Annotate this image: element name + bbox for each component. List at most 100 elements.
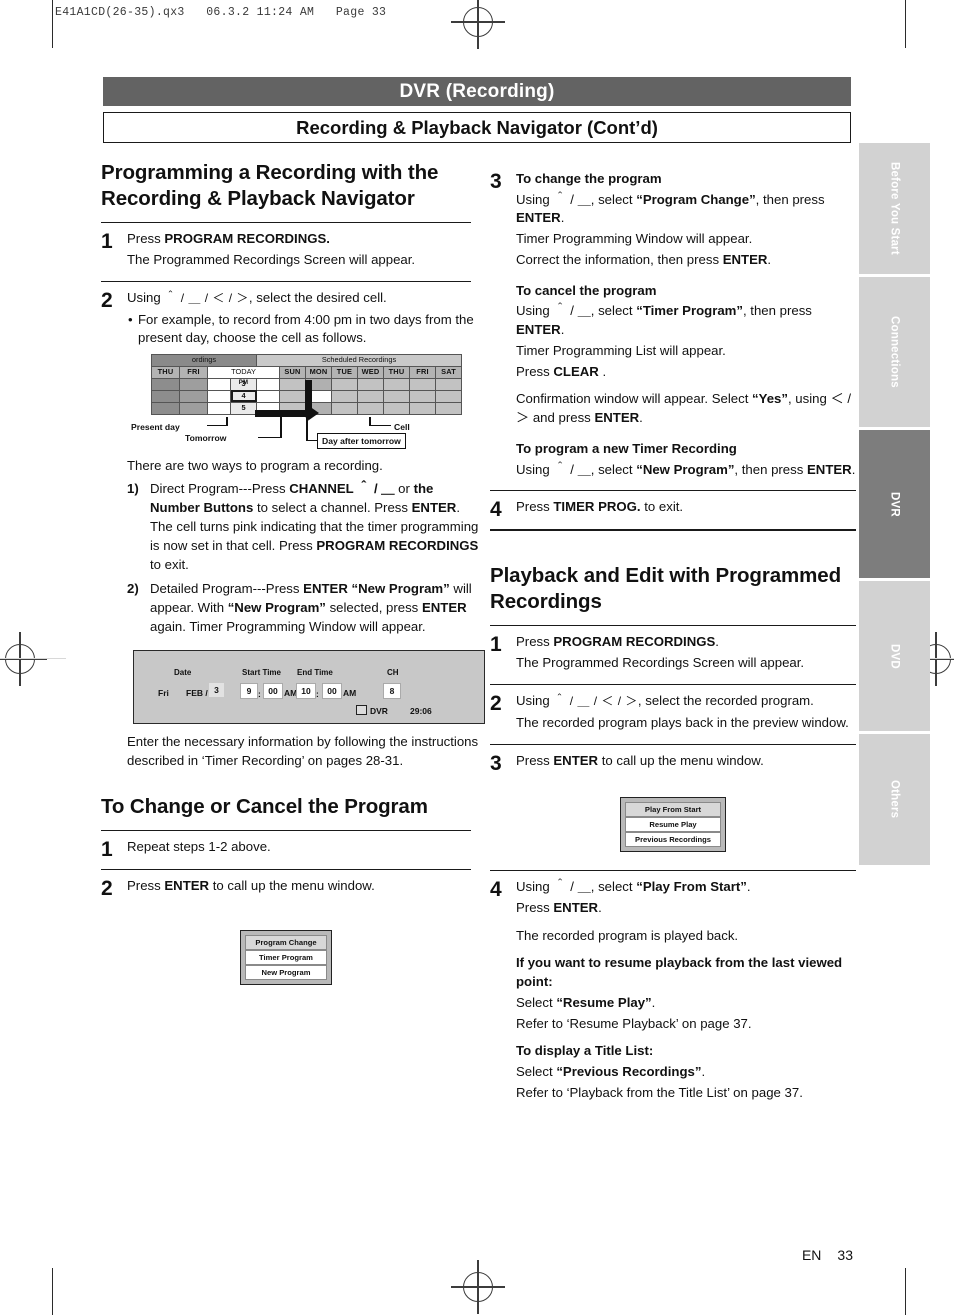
label-dvr: DVR: [370, 706, 388, 717]
colon-end: :: [316, 689, 319, 700]
page-title: DVR (Recording): [103, 77, 851, 106]
file-header-text: E41A1CD(26-35).qx3 06.3.2 11:24 AM Page …: [55, 6, 387, 19]
step2b-post: to call up the menu window.: [209, 878, 375, 894]
grid-title-right: Scheduled Recordings: [256, 353, 462, 367]
field-channel[interactable]: 8: [383, 683, 401, 700]
grid-cell[interactable]: [435, 377, 462, 391]
grid-cell[interactable]: [435, 401, 462, 415]
label-date: Date: [174, 668, 192, 678]
grid-cell[interactable]: [179, 401, 208, 415]
step-body: Press PROGRAM RECORDINGS. The Programmed…: [516, 633, 856, 674]
line: Using ＾ / ＿, select “New Program”, then …: [516, 461, 856, 477]
hour-label: 5: [241, 402, 246, 412]
menu-item-play-from-start[interactable]: Play From Start: [625, 802, 721, 818]
list-item-way-2: 2) Detailed Program---Press ENTER “New P…: [127, 580, 485, 637]
line: Press ENTER.: [516, 899, 602, 915]
subheading-resume-playback: If you want to resume playback from the …: [516, 955, 843, 990]
sidebar-item-others[interactable]: Others: [859, 734, 930, 865]
line: Using ＾ / ＿, select “Program Change”, th…: [516, 191, 825, 226]
grid-cell[interactable]: [409, 377, 436, 391]
field-start-hour[interactable]: 9: [240, 683, 258, 700]
grid-cell[interactable]: [151, 401, 180, 415]
pstep3-pre: Press: [516, 753, 554, 769]
grid-cell[interactable]: [383, 401, 410, 415]
grid-cell[interactable]: [383, 377, 410, 391]
intro-two-ways: There are two ways to program a recordin…: [127, 457, 383, 473]
pstep1-line2: The Programmed Recordings Screen will ap…: [516, 654, 805, 670]
callout-cell: Cell: [394, 421, 410, 432]
step-2: 2 Using ＾ / ＿ / ＜ / ＞, select the desire…: [101, 280, 485, 782]
grid-cell[interactable]: [435, 389, 462, 403]
field-end-hour[interactable]: 10: [296, 683, 316, 700]
grid-cell[interactable]: [279, 389, 306, 403]
grid-cell[interactable]: [357, 401, 384, 415]
step1-bold: PROGRAM RECORDINGS.: [164, 231, 330, 247]
section-heading-programming: Programming a Recording with the Recordi…: [101, 161, 439, 211]
leader-line: [280, 416, 282, 438]
value-end-ampm: AM: [343, 688, 357, 699]
menu-item-program-change[interactable]: Program Change: [245, 935, 327, 951]
page-number: 33: [837, 1247, 853, 1263]
sidebar-item-dvr[interactable]: DVR: [859, 430, 930, 578]
grid-cell[interactable]: [409, 389, 436, 403]
step-1: 1 Press PROGRAM RECORDINGS. The Programm…: [101, 222, 471, 280]
hour-cell-3[interactable]: PM 3: [230, 377, 257, 391]
grid-cell[interactable]: [256, 377, 280, 391]
day-header-thu2: THU: [383, 365, 410, 379]
grid-cell[interactable]: [409, 401, 436, 415]
dvr-checkbox[interactable]: [356, 705, 367, 716]
grid-cell[interactable]: [383, 389, 410, 403]
menu-item-resume-play[interactable]: Resume Play: [625, 817, 721, 833]
field-day[interactable]: 3: [209, 683, 224, 698]
way2-text: Detailed Program---Press ENTER “New Prog…: [150, 580, 472, 634]
grid-cell[interactable]: [207, 401, 231, 415]
grid-cell[interactable]: [331, 377, 358, 391]
grid-cell[interactable]: [151, 377, 180, 391]
leader-line: [258, 436, 282, 439]
grid-cell[interactable]: [256, 389, 280, 403]
hour-cell-4-selected[interactable]: 4: [230, 389, 257, 403]
grid-cell[interactable]: [279, 377, 306, 391]
sidebar-item-connections[interactable]: Connections: [859, 277, 930, 427]
crop-mark-left-vertical: [52, 0, 54, 48]
grid-title-row: ordings Scheduled Recordings: [151, 353, 462, 367]
step-number: 2: [101, 288, 113, 312]
field-end-min[interactable]: 00: [322, 683, 342, 700]
grid-cell[interactable]: [151, 389, 180, 403]
value-weekday: Fri: [158, 688, 169, 699]
menu-item-new-program[interactable]: New Program: [245, 965, 327, 981]
callout-present-day: Present day: [131, 421, 180, 432]
grid-cell[interactable]: [357, 377, 384, 391]
grid-cell[interactable]: [331, 389, 358, 403]
tab-label: Connections: [888, 316, 901, 388]
sidebar-item-dvd[interactable]: DVD: [859, 581, 930, 731]
grid-cell[interactable]: [207, 377, 231, 391]
section-divider: [490, 529, 856, 531]
grid-cell[interactable]: [179, 377, 208, 391]
leader-line: [207, 424, 228, 427]
line: The recorded program is played back.: [516, 927, 739, 943]
grid-day-header-row: THU FRI TODAY SUN MON TUE WED THU FRI SA…: [151, 365, 462, 379]
line: Using ＾ / ＿, select “Play From Start”.: [516, 879, 751, 895]
tab-label: Before You Start: [888, 162, 901, 255]
step-body: Using ＾ / ＿ / ＜ / ＞, select the recorded…: [516, 692, 856, 735]
menu-item-timer-program[interactable]: Timer Program: [245, 950, 327, 966]
grid-cell[interactable]: [357, 389, 384, 403]
step-1-change: 1 Repeat steps 1-2 above.: [101, 830, 471, 869]
field-start-min[interactable]: 00: [263, 683, 283, 700]
menu-item-previous-recordings[interactable]: Previous Recordings: [625, 832, 721, 848]
leader-line: [306, 416, 308, 441]
sidebar-item-before-you-start[interactable]: Before You Start: [859, 143, 930, 274]
day-header-wed: WED: [357, 365, 384, 379]
step-number: 3: [490, 752, 502, 776]
tab-label: DVR: [888, 491, 901, 517]
grid-callouts: Present day Tomorrow Day after tomorrow …: [127, 416, 427, 453]
subheading-change-program: To change the program: [516, 171, 662, 186]
grid-cell[interactable]: [207, 389, 231, 403]
callout-tomorrow: Tomorrow: [185, 432, 227, 443]
step4-pre: Press: [516, 499, 554, 515]
step2b-pre: Press: [127, 878, 165, 894]
grid-cell[interactable]: [331, 401, 358, 415]
hour-cell-5[interactable]: 5: [230, 401, 257, 415]
grid-cell[interactable]: [179, 389, 208, 403]
